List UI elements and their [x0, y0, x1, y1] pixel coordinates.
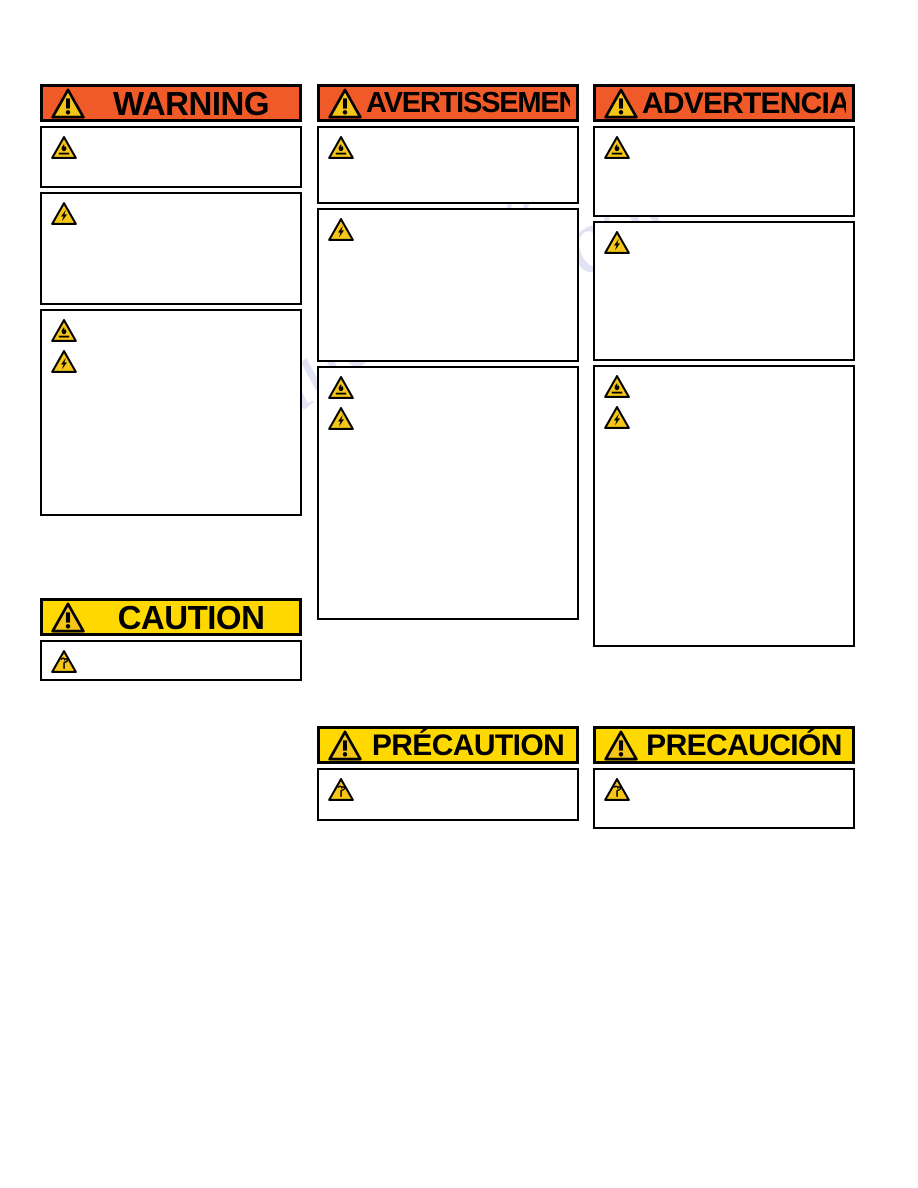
caution-message-box [40, 640, 302, 681]
warning-message-box [317, 126, 579, 204]
banner-label: PRÉCAUTION [371, 728, 565, 762]
hot-surface-burn-hazard-triangle-icon [603, 777, 631, 802]
banner-warning-french: AVERTISSEMENT [317, 84, 579, 122]
banner-caution-spanish: PRECAUCIÓN [593, 726, 855, 764]
hazard-icon-group [327, 135, 569, 160]
column-english: WARNING [40, 84, 302, 516]
banner-warning-english: WARNING [40, 84, 302, 122]
hazard-icon-group [50, 318, 292, 374]
electric-shock-hazard-triangle-icon [603, 405, 631, 430]
page-canvas: manualshive .com WARNING [0, 0, 918, 1188]
banner-warning-spanish: ADVERTENCIA [593, 84, 855, 122]
warning-message-box [317, 366, 579, 620]
warning-message-box [40, 192, 302, 305]
warning-exclamation-triangle-icon [604, 730, 638, 761]
warning-message-box [40, 126, 302, 188]
caution-message-box [593, 768, 855, 829]
warning-exclamation-triangle-icon [328, 88, 362, 119]
column-spanish: ADVERTENCIA [593, 84, 855, 647]
electric-shock-hazard-triangle-icon [50, 349, 78, 374]
column-spanish-caution: PRECAUCIÓN [593, 726, 855, 829]
banner-label: WARNING [113, 86, 270, 120]
electric-shock-hazard-triangle-icon [603, 230, 631, 255]
electric-shock-hazard-triangle-icon [327, 217, 355, 242]
warning-message-box [593, 221, 855, 361]
electric-shock-hazard-triangle-icon [50, 201, 78, 226]
banner-label: ADVERTENCIA [642, 86, 846, 120]
hazard-icon-group [603, 374, 845, 430]
hazard-icon-group [327, 777, 569, 802]
column-english-caution: CAUTION [40, 598, 302, 681]
hazard-icon-group [603, 230, 845, 255]
caution-message-box [317, 768, 579, 821]
hazard-icon-group [327, 375, 569, 431]
warning-message-box [40, 309, 302, 516]
banner-label: CAUTION [117, 600, 265, 634]
fire-hazard-triangle-icon [603, 135, 631, 160]
warning-exclamation-triangle-icon [51, 602, 85, 633]
banner-label: AVERTISSEMENT [366, 86, 570, 119]
hazard-icon-group [50, 201, 292, 226]
fire-hazard-triangle-icon [327, 135, 355, 160]
warning-exclamation-triangle-icon [328, 730, 362, 761]
hazard-icon-group [603, 777, 845, 802]
hazard-icon-group [603, 135, 845, 160]
warning-message-box [593, 126, 855, 217]
warning-exclamation-triangle-icon [604, 88, 638, 119]
warning-message-box [317, 208, 579, 362]
fire-hazard-triangle-icon [50, 135, 78, 160]
hazard-icon-group [50, 649, 292, 674]
fire-hazard-triangle-icon [327, 375, 355, 400]
hot-surface-burn-hazard-triangle-icon [50, 649, 78, 674]
column-french-caution: PRÉCAUTION [317, 726, 579, 821]
hot-surface-burn-hazard-triangle-icon [327, 777, 355, 802]
fire-hazard-triangle-icon [603, 374, 631, 399]
electric-shock-hazard-triangle-icon [327, 406, 355, 431]
warning-message-box [593, 365, 855, 647]
hazard-icon-group [327, 217, 569, 242]
hazard-icon-group [50, 135, 292, 160]
banner-caution-english: CAUTION [40, 598, 302, 636]
column-french: AVERTISSEMENT [317, 84, 579, 620]
fire-hazard-triangle-icon [50, 318, 78, 343]
banner-label: PRECAUCIÓN [646, 728, 842, 762]
warning-exclamation-triangle-icon [51, 88, 85, 119]
banner-caution-french: PRÉCAUTION [317, 726, 579, 764]
